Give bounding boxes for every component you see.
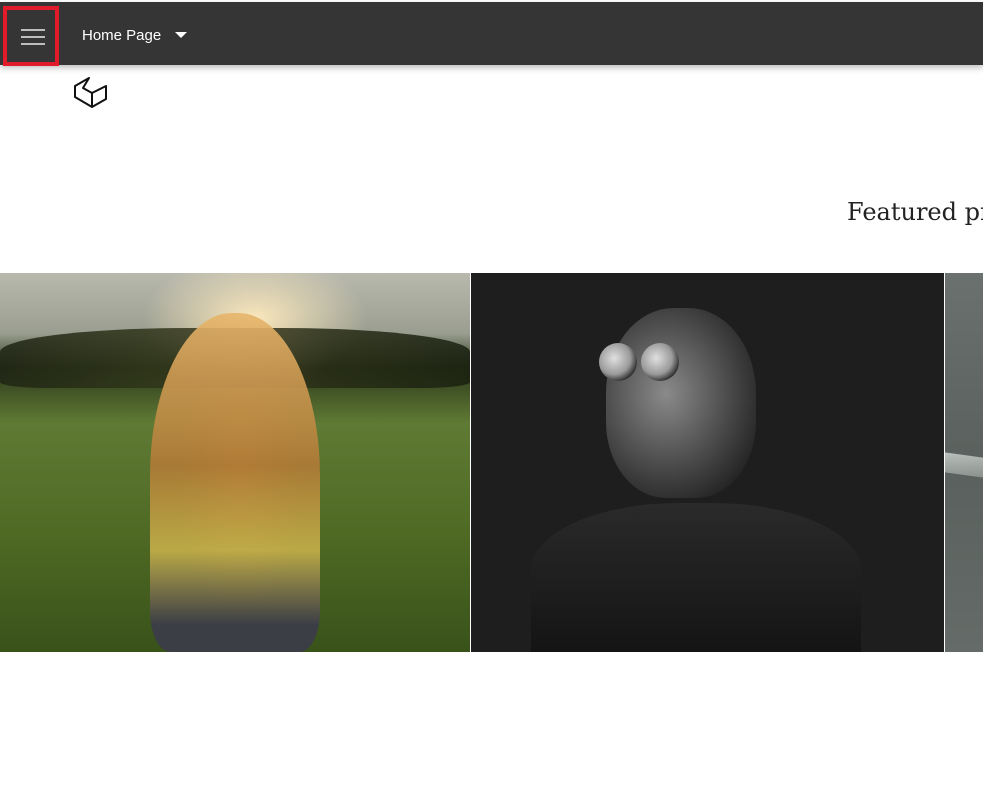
caret-down-icon	[175, 32, 188, 38]
gallery-image-woman-field[interactable]	[0, 273, 470, 652]
hamburger-menu-icon	[21, 29, 45, 31]
featured-gallery	[0, 273, 983, 652]
cube-logo-icon[interactable]	[72, 76, 110, 114]
hamburger-menu-icon-line	[21, 43, 45, 45]
woman-figure	[150, 313, 320, 652]
top-toolbar: Home Page	[0, 2, 983, 66]
page-select-dropdown[interactable]: Home Page	[82, 25, 188, 45]
menu-button[interactable]	[3, 6, 59, 66]
road-stripe	[945, 452, 983, 478]
hamburger-menu-icon-line	[21, 36, 45, 38]
goggle-lens	[599, 343, 637, 381]
section-heading: Featured pro	[847, 198, 983, 226]
gallery-image-partial[interactable]	[945, 273, 983, 652]
jacket-shape	[531, 503, 861, 652]
goggle-lens	[641, 343, 679, 381]
page-select-label: Home Page	[82, 26, 162, 44]
head-shape	[606, 308, 756, 498]
gallery-image-man-goggles[interactable]	[471, 273, 944, 652]
